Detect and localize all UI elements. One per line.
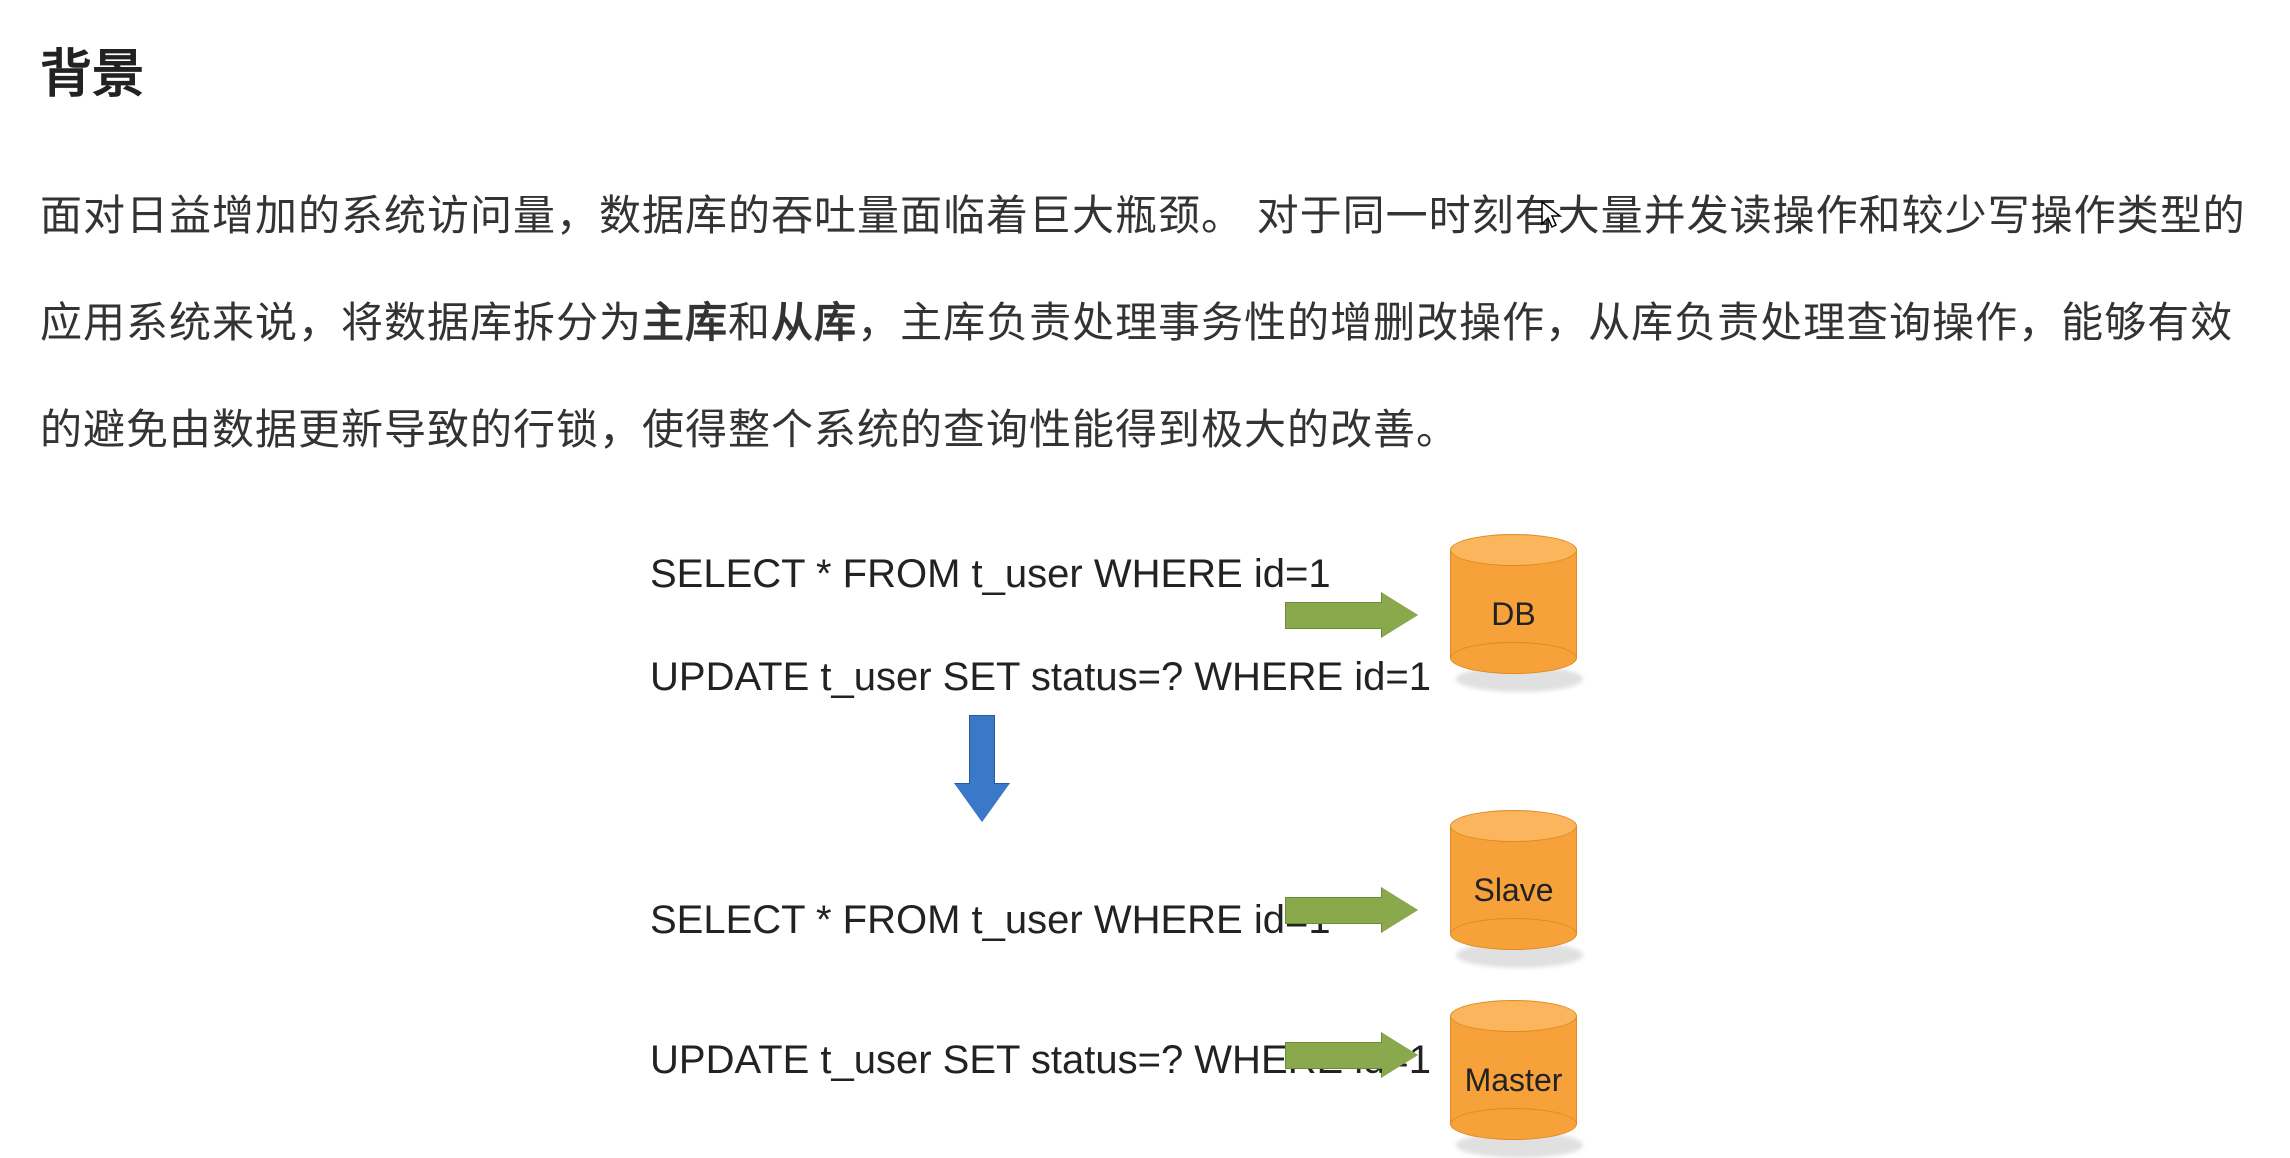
db-slave-cylinder: Slave (1450, 810, 1577, 950)
arrow-to-master-icon (1285, 1033, 1420, 1078)
para-bold-master: 主库 (642, 299, 728, 346)
arrow-down-icon (955, 715, 1009, 823)
paragraph: 面对日益增加的系统访问量，数据库的吞吐量面临着巨大瓶颈。 对于同一时刻有大量并发… (40, 162, 2250, 483)
section-heading: 背景 (40, 32, 144, 107)
para-mid: 和 (728, 299, 771, 346)
arrow-to-db-icon (1285, 593, 1420, 638)
db-single-cylinder: DB (1450, 534, 1577, 674)
para-bold-slave: 从库 (771, 299, 857, 346)
arrow-to-slave-icon (1285, 888, 1420, 933)
db-split-diagram: SELECT * FROM t_user WHERE id=1 UPDATE t… (0, 500, 2290, 1150)
sql-select-after: SELECT * FROM t_user WHERE id=1 (650, 898, 1331, 943)
sql-select-before: SELECT * FROM t_user WHERE id=1 (650, 552, 1331, 597)
sql-update-before: UPDATE t_user SET status=? WHERE id=1 (650, 655, 1431, 700)
db-slave-label: Slave (1450, 872, 1577, 909)
db-master-label: Master (1450, 1062, 1577, 1099)
db-single-label: DB (1450, 596, 1577, 633)
db-master-cylinder: Master (1450, 1000, 1577, 1140)
